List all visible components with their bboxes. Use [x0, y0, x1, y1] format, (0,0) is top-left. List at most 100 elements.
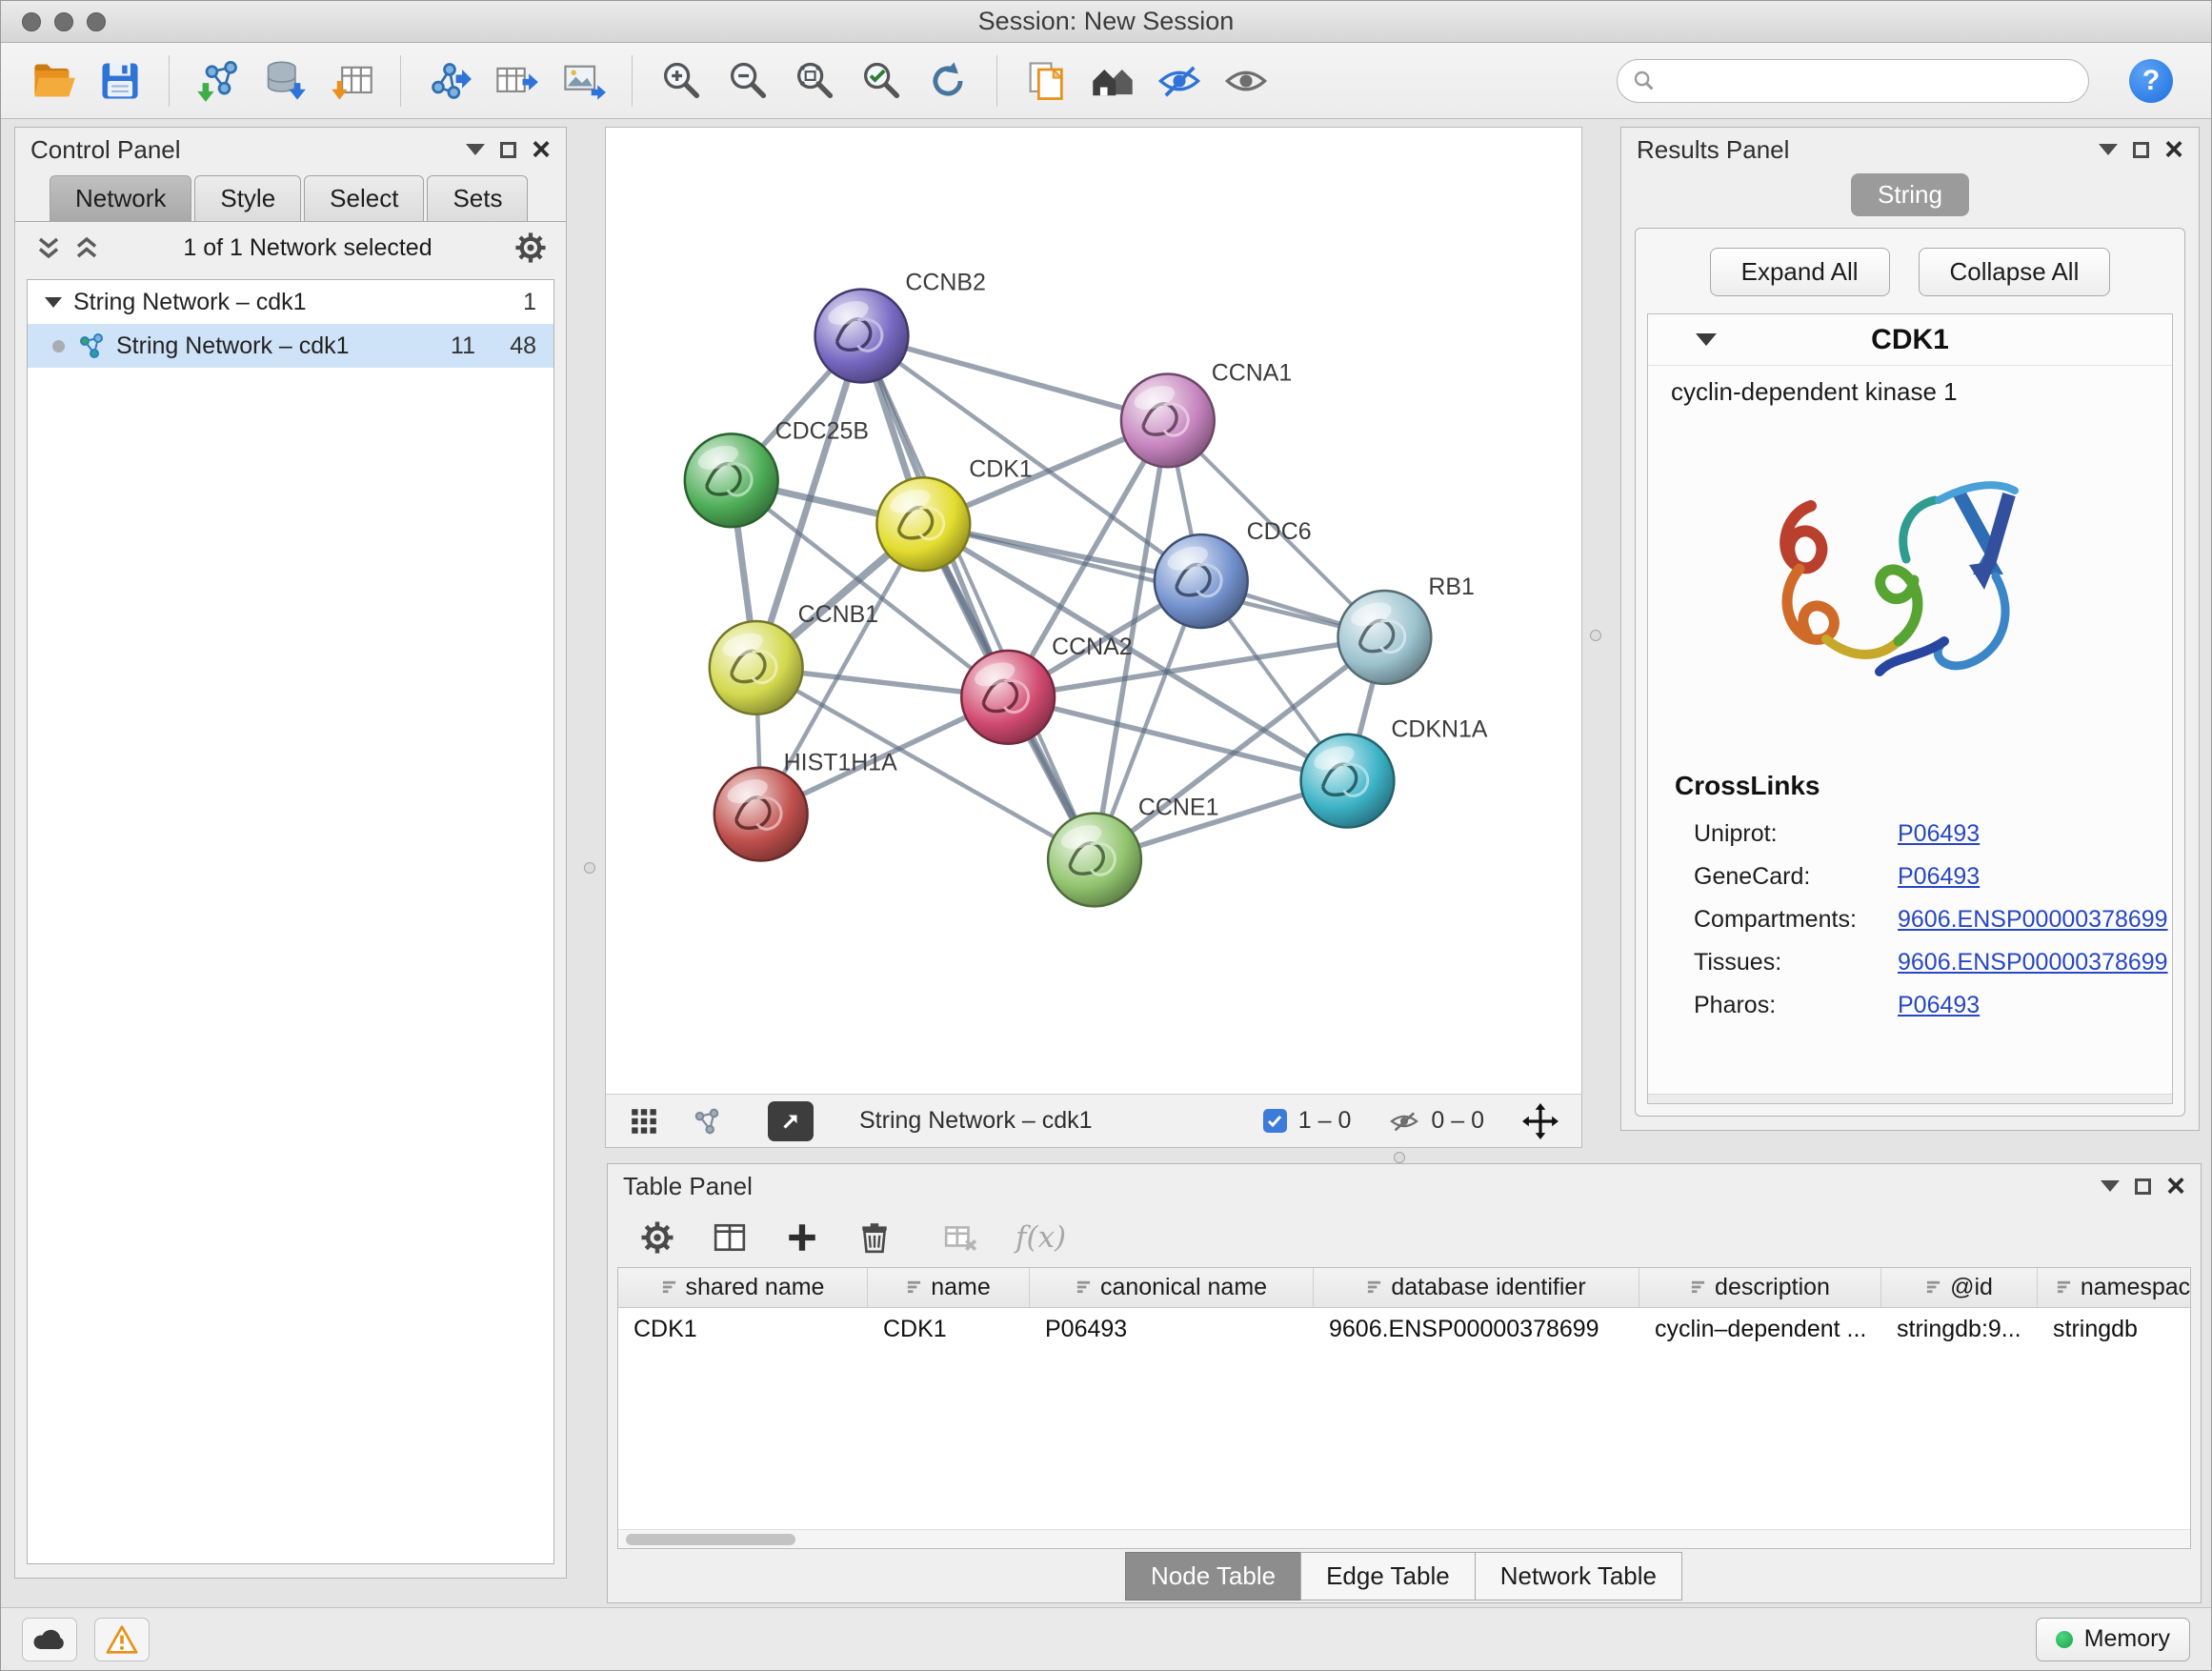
refresh-layout-button[interactable] — [918, 51, 977, 111]
splitter-handle[interactable] — [1394, 1152, 1405, 1163]
show-columns-icon[interactable] — [713, 1220, 747, 1255]
close-button[interactable] — [22, 12, 41, 31]
results-scrollbar[interactable] — [1648, 1094, 2172, 1103]
minimize-button[interactable] — [54, 12, 73, 31]
birdseye-view-icon[interactable] — [692, 1106, 722, 1137]
tab-network-table[interactable]: Network Table — [1475, 1552, 1682, 1601]
cloud-icon — [30, 1626, 69, 1653]
column-header--id[interactable]: @id — [1881, 1268, 2038, 1307]
panel-float-icon[interactable] — [500, 142, 516, 158]
network-node-cdk1[interactable]: CDK1 — [876, 455, 1032, 571]
collapse-all-icon[interactable] — [34, 233, 63, 262]
crosslink-link[interactable]: 9606.ENSP00000378699 — [1898, 949, 2168, 976]
gear-icon[interactable] — [514, 232, 547, 264]
panel-float-icon[interactable] — [2135, 1178, 2151, 1195]
panel-close-icon[interactable]: × — [2164, 133, 2183, 166]
zoom-fit-button[interactable] — [785, 51, 844, 111]
collapse-all-button[interactable]: Collapse All — [1919, 248, 2111, 296]
export-table-button[interactable] — [487, 51, 546, 111]
zoom-selected-button[interactable] — [852, 51, 911, 111]
panel-close-icon[interactable]: × — [532, 133, 551, 166]
crosslink-link[interactable]: 9606.ENSP00000378699 — [1898, 906, 2168, 934]
tree-expand-icon[interactable] — [45, 297, 62, 308]
panel-menu-icon[interactable] — [466, 144, 485, 155]
crosslink-link[interactable]: P06493 — [1898, 863, 1980, 891]
tab-network[interactable]: Network — [50, 175, 191, 221]
pan-crosshair-icon[interactable] — [1522, 1103, 1558, 1139]
grid-view-icon[interactable] — [629, 1106, 659, 1137]
column-header-name[interactable]: name — [868, 1268, 1030, 1307]
selected-checkbox-icon[interactable] — [1263, 1109, 1287, 1133]
zoom-out-button[interactable] — [718, 51, 777, 111]
delete-column-trash-icon[interactable] — [857, 1220, 892, 1255]
memory-button[interactable]: Memory — [2036, 1618, 2190, 1661]
show-details-button[interactable] — [1217, 51, 1276, 111]
tab-node-table[interactable]: Node Table — [1125, 1552, 1301, 1601]
zoom-out-icon — [725, 58, 771, 104]
section-collapse-icon[interactable] — [1696, 333, 1717, 346]
expand-all-icon[interactable] — [72, 233, 101, 262]
search-box[interactable] — [1617, 59, 2089, 103]
copy-document-button[interactable] — [1016, 51, 1076, 111]
table-row[interactable]: CDK1CDK1P064939606.ENSP00000378699cyclin… — [618, 1308, 2190, 1350]
network-edge-ccnb2-ccne1[interactable] — [861, 336, 1095, 860]
tab-style[interactable]: Style — [194, 175, 301, 221]
panel-menu-icon[interactable] — [2099, 144, 2118, 155]
table-horizontal-scrollbar[interactable] — [618, 1529, 2190, 1548]
tab-select[interactable]: Select — [304, 175, 424, 221]
column-header-canonical-name[interactable]: canonical name — [1030, 1268, 1314, 1307]
zoom-button[interactable] — [87, 12, 106, 31]
open-in-new-window-button[interactable] — [768, 1101, 814, 1141]
scrollbar-thumb[interactable] — [626, 1534, 795, 1545]
tab-edge-table[interactable]: Edge Table — [1300, 1552, 1476, 1601]
export-network-button[interactable] — [420, 51, 479, 111]
crosslink-link[interactable]: P06493 — [1898, 992, 1980, 1019]
network-node-rb1[interactable]: RB1 — [1337, 574, 1474, 684]
add-column-icon[interactable] — [785, 1220, 819, 1255]
cloud-button[interactable] — [22, 1618, 77, 1661]
expand-all-button[interactable]: Expand All — [1710, 248, 1890, 296]
column-sort-icon — [1366, 1274, 1382, 1301]
network-item-row[interactable]: String Network – cdk1 11 48 — [28, 324, 553, 368]
column-header-shared-name[interactable]: shared name — [618, 1268, 868, 1307]
panel-float-icon[interactable] — [2133, 142, 2149, 158]
panel-close-icon[interactable]: × — [2166, 1170, 2185, 1202]
crosslink-link[interactable]: P06493 — [1898, 820, 1980, 848]
network-canvas[interactable]: CCNB2CCNA1CDC25BCDK1CDC6RB1CCNB1CCNA2CDK… — [606, 128, 1581, 1094]
network-current-bullet — [52, 340, 65, 352]
results-panel-header: Results Panel × — [1621, 128, 2199, 171]
gene-name: CDK1 — [1871, 324, 1949, 356]
network-node-cdkn1a[interactable]: CDKN1A — [1301, 716, 1488, 828]
export-image-button[interactable] — [553, 51, 613, 111]
warning-button[interactable] — [94, 1618, 150, 1661]
hide-details-button[interactable] — [1150, 51, 1209, 111]
control-panel-title: Control Panel — [30, 135, 181, 165]
splitter-handle[interactable] — [584, 862, 595, 874]
zoom-in-button[interactable] — [652, 51, 711, 111]
help-button[interactable]: ? — [2129, 59, 2173, 103]
home-button[interactable] — [1083, 51, 1142, 111]
table-settings-gear-icon[interactable] — [640, 1220, 674, 1255]
network-node-ccna1[interactable]: CCNA1 — [1121, 359, 1292, 467]
import-table-button[interactable] — [322, 51, 381, 111]
panel-menu-icon[interactable] — [2101, 1180, 2120, 1192]
column-header-description[interactable]: description — [1639, 1268, 1881, 1307]
hidden-eye-slash-icon[interactable] — [1389, 1106, 1419, 1137]
zoom-fit-icon — [792, 58, 837, 104]
column-header-database-identifier[interactable]: database identifier — [1314, 1268, 1639, 1307]
tab-sets[interactable]: Sets — [427, 175, 528, 221]
open-file-button[interactable] — [24, 51, 83, 111]
string-tab[interactable]: String — [1851, 173, 1969, 216]
import-network-from-database-button[interactable] — [255, 51, 314, 111]
gene-section-header[interactable]: CDK1 — [1648, 314, 2172, 366]
network-node-hist1h1a[interactable]: HIST1H1A — [714, 750, 897, 861]
column-header-namespac[interactable]: namespac — [2038, 1268, 2191, 1307]
import-network-from-file-button[interactable] — [189, 51, 248, 111]
network-collection-row[interactable]: String Network – cdk1 1 — [28, 280, 553, 324]
search-input[interactable] — [1665, 67, 2073, 94]
save-session-button[interactable] — [90, 51, 150, 111]
network-node-ccnb1[interactable]: CCNB1 — [710, 601, 878, 715]
splitter-handle[interactable] — [1590, 630, 1601, 641]
network-node-cdc25b[interactable]: CDC25B — [685, 417, 869, 527]
import-table-icon — [329, 58, 374, 104]
